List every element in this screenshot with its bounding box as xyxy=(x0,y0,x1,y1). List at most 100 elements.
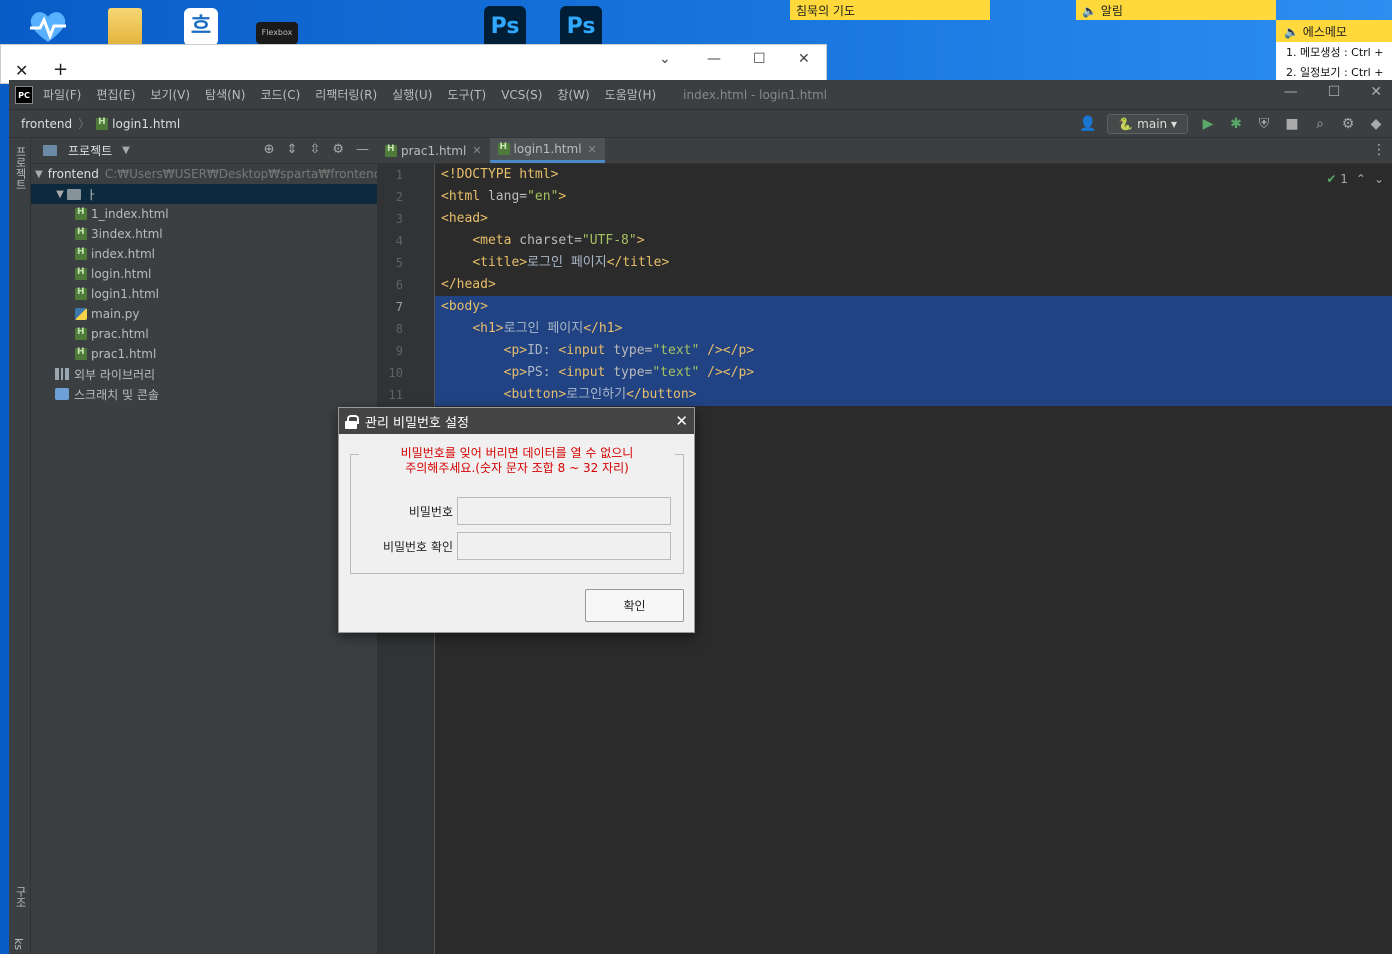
code-token: <h1> xyxy=(472,321,504,336)
health-app-icon[interactable] xyxy=(26,8,66,46)
menu-refactor[interactable]: 리팩터링(R) xyxy=(315,86,377,103)
tree-file[interactable]: 3index.html xyxy=(31,224,377,244)
menu-vcs[interactable]: VCS(S) xyxy=(501,88,542,102)
tool-window-structure[interactable]: 구조 xyxy=(12,886,28,908)
code-token: /></p> xyxy=(699,343,755,358)
code-token: 로그인 페이지 xyxy=(503,321,584,336)
menu-file[interactable]: 파일(F) xyxy=(43,86,81,103)
code-line: 3 <head> xyxy=(396,208,1392,230)
tree-file[interactable]: index.html xyxy=(31,244,377,264)
password-label: 비밀번호 xyxy=(408,505,453,519)
chevron-down-icon[interactable]: ▼ xyxy=(122,145,130,156)
close-icon[interactable]: ✕ xyxy=(675,412,688,430)
tree-root[interactable]: ▼ frontend C:₩Users₩USER₩Desktop₩sparta₩… xyxy=(31,164,381,184)
sticky-prayer[interactable]: 침묵의 기도 xyxy=(790,0,990,20)
folder-icon[interactable] xyxy=(108,8,142,46)
maximize-icon[interactable]: ☐ xyxy=(753,51,766,67)
coverage-icon[interactable]: ⛨ xyxy=(1256,116,1272,132)
new-tab-icon[interactable]: + xyxy=(53,59,68,80)
code-token: </button> xyxy=(626,387,697,402)
tree-file[interactable]: main.py xyxy=(31,304,377,324)
tree-file[interactable]: prac.html xyxy=(31,324,377,344)
code-token: <p> xyxy=(503,343,528,358)
tool-window-project[interactable]: 프로젝트 xyxy=(12,146,28,190)
menu-edit[interactable]: 편집(E) xyxy=(96,86,135,103)
html-file-icon xyxy=(75,267,87,280)
menu-view[interactable]: 보기(V) xyxy=(150,86,190,103)
tree-file[interactable]: login1.html xyxy=(31,284,377,304)
menu-bar: PC 파일(F) 편집(E) 보기(V) 탐색(N) 코드(C) 리팩터링(R)… xyxy=(9,80,1392,109)
debug-icon[interactable]: ✱ xyxy=(1228,116,1244,132)
menu-window[interactable]: 창(W) xyxy=(557,86,589,103)
password-field[interactable] xyxy=(457,497,671,525)
tree-subfolder[interactable]: ▼ ㅏ xyxy=(31,184,377,204)
flexbox-shortcut[interactable]: Flexbox xyxy=(256,22,298,44)
search-icon[interactable]: ⌕ xyxy=(1312,116,1328,132)
tree-external-libs[interactable]: 외부 라이브러리 xyxy=(31,364,377,384)
menu-help[interactable]: 도움말(H) xyxy=(605,86,657,103)
plugin-icon[interactable]: ◆ xyxy=(1368,116,1384,132)
sticky-alarm[interactable]: 🔈 알림 xyxy=(1076,0,1276,20)
tree-file[interactable]: prac1.html xyxy=(31,344,377,364)
close-tab-icon[interactable]: ✕ xyxy=(588,143,597,156)
expand-arrow-icon[interactable]: ▼ xyxy=(53,189,67,200)
close-tab-icon[interactable]: ✕ xyxy=(15,61,28,80)
file-name: prac1.html xyxy=(91,347,157,361)
minimize-icon[interactable]: — xyxy=(1284,84,1298,100)
chevron-down-icon[interactable]: ⌄ xyxy=(659,51,671,67)
menu-code[interactable]: 코드(C) xyxy=(260,86,300,103)
locate-icon[interactable]: ⊕ xyxy=(264,142,275,157)
run-config-select[interactable]: 🐍 main ▾ xyxy=(1107,114,1188,134)
more-icon[interactable]: ⋮ xyxy=(1372,142,1386,158)
stop-icon[interactable]: ■ xyxy=(1284,116,1300,132)
gear-icon[interactable]: ⚙ xyxy=(1340,116,1356,132)
project-title[interactable]: 프로젝트 xyxy=(68,142,112,159)
photoshop-icon[interactable]: Ps xyxy=(484,6,526,48)
gear-icon[interactable]: ⚙ xyxy=(332,142,344,157)
scratch-icon xyxy=(55,388,69,400)
code-token: ID: xyxy=(527,343,559,358)
minimize-icon[interactable]: — xyxy=(707,51,721,67)
file-name: index.html xyxy=(91,247,155,261)
lock-icon xyxy=(345,414,359,429)
tab-login1[interactable]: login1.html ✕ xyxy=(489,138,605,163)
line-number: 11 xyxy=(388,388,403,402)
photoshop-icon-2[interactable]: Ps xyxy=(560,6,602,48)
menu-tools[interactable]: 도구(T) xyxy=(447,86,486,103)
confirm-password-field[interactable] xyxy=(457,532,671,560)
breadcrumb-root[interactable]: frontend xyxy=(21,117,72,131)
korean-app-icon[interactable]: 흐 xyxy=(184,8,218,46)
code-token: /></p> xyxy=(699,365,755,380)
run-icon[interactable]: ▶ xyxy=(1200,116,1216,132)
menu-run[interactable]: 실행(U) xyxy=(392,86,432,103)
hide-icon[interactable]: — xyxy=(356,142,369,157)
user-icon[interactable]: 👤 xyxy=(1079,116,1096,132)
close-icon[interactable]: ✕ xyxy=(798,51,810,67)
memo-widget[interactable]: 🔈 에스메모 1. 메모생성 : Ctrl + 2. 일정보기 : Ctrl + xyxy=(1276,20,1392,82)
expand-arrow-icon[interactable]: ▼ xyxy=(35,169,43,180)
code-token: "text" xyxy=(652,343,700,358)
tree-scratches[interactable]: 스크래치 및 콘솔 xyxy=(31,384,377,404)
breadcrumb-separator: 〉 xyxy=(78,117,91,131)
code-token: PS: xyxy=(527,365,559,380)
set-password-dialog: 관리 비밀번호 설정 ✕ 비밀번호를 잊어 버리면 데이터를 열 수 없으니 주… xyxy=(338,407,695,633)
close-tab-icon[interactable]: ✕ xyxy=(472,144,481,157)
dialog-title-bar[interactable]: 관리 비밀번호 설정 ✕ xyxy=(339,408,694,434)
collapse-all-icon[interactable]: ⇳ xyxy=(309,142,320,157)
close-icon[interactable]: ✕ xyxy=(1370,84,1382,100)
navigation-bar: frontend 〉 login1.html 👤 🐍 main ▾ ▶ ✱ ⛨ … xyxy=(9,109,1392,138)
expand-all-icon[interactable]: ⇕ xyxy=(287,142,298,157)
python-icon: 🐍 xyxy=(1118,117,1134,131)
tree-file[interactable]: login.html xyxy=(31,264,377,284)
menu-navigate[interactable]: 탐색(N) xyxy=(205,86,245,103)
ok-button[interactable]: 확인 xyxy=(585,589,684,622)
maximize-icon[interactable]: ☐ xyxy=(1328,84,1341,100)
code-line: 1 <!DOCTYPE html> xyxy=(396,164,1392,186)
tool-window-bookmarks[interactable]: ks xyxy=(12,938,25,950)
breadcrumb-file[interactable]: login1.html xyxy=(112,117,180,131)
tab-label: prac1.html xyxy=(401,143,467,158)
memo-line: 2. 일정보기 : Ctrl + xyxy=(1286,66,1384,79)
tree-file[interactable]: 1_index.html xyxy=(31,204,377,224)
code-token: <title> xyxy=(472,255,528,270)
tab-prac1[interactable]: prac1.html ✕ xyxy=(377,138,490,163)
